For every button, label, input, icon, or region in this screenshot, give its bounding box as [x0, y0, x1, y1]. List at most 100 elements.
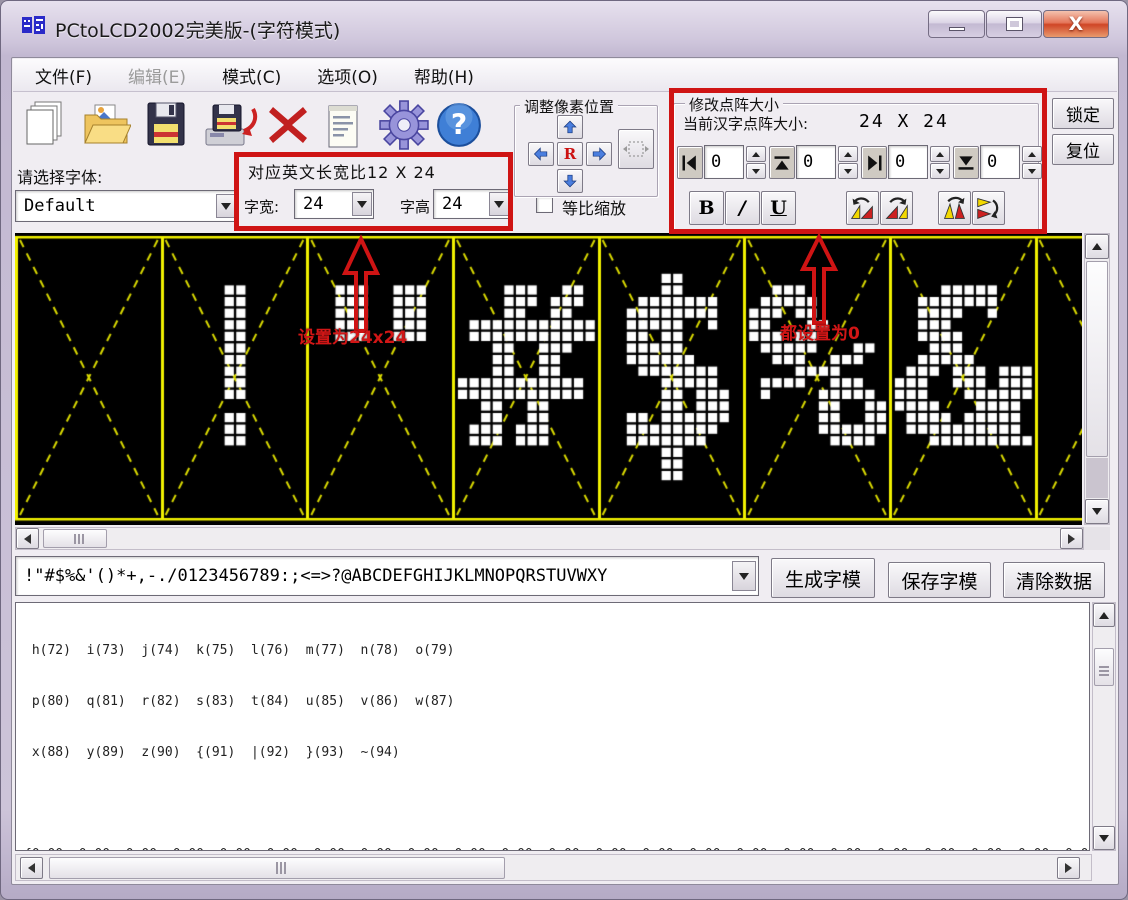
top-offset-spinner[interactable] — [838, 146, 858, 179]
output-textarea[interactable]: h(72) i(73) j(74) k(75) l(76) m(77) n(78… — [15, 602, 1090, 851]
font-select-combobox[interactable]: Default — [15, 190, 239, 222]
menu-mode[interactable]: 模式(C) — [208, 59, 295, 92]
spin-down-button[interactable] — [1022, 163, 1042, 179]
clear-data-button[interactable]: 清除数据 — [1003, 562, 1105, 598]
output-hex-line: {0x00, 0x00, 0x00, 0x00, 0x00, 0x00, 0x0… — [24, 846, 1089, 851]
save-font-button[interactable]: 保存字模 — [888, 562, 991, 598]
help-button[interactable]: ? — [435, 101, 483, 149]
scroll-right-button[interactable] — [1057, 857, 1080, 879]
underline-button[interactable]: U — [761, 191, 796, 225]
charmap-combobox[interactable]: !"#$%&'()*+,-./0123456789:;<=>?@ABCDEFGH… — [15, 556, 759, 596]
rotate-left-button[interactable] — [846, 191, 879, 225]
right-edge-button[interactable] — [861, 146, 887, 179]
char-width-dropdown-button[interactable] — [352, 192, 372, 216]
scrollbar-track-shade[interactable] — [1086, 458, 1108, 498]
move-down-button[interactable] — [557, 169, 583, 193]
spin-up-button[interactable] — [930, 146, 950, 162]
menu-edit[interactable]: 编辑(E) — [114, 59, 200, 92]
bottom-offset-field[interactable]: 0 — [980, 145, 1020, 179]
output-horizontal-scrollbar[interactable] — [15, 854, 1092, 881]
menu-options[interactable]: 选项(O) — [303, 59, 392, 92]
char-width-value: 24 — [303, 194, 352, 214]
chevron-down-icon — [357, 201, 367, 208]
flip-vertical-button[interactable] — [938, 191, 971, 225]
scrollbar-thumb[interactable] — [43, 529, 107, 548]
chevron-down-icon — [221, 203, 231, 210]
open-file-button[interactable] — [81, 99, 131, 151]
settings-button[interactable] — [379, 99, 429, 151]
open-file-icon — [81, 99, 131, 151]
top-offset-field[interactable]: 0 — [796, 145, 836, 179]
delete-button[interactable] — [267, 105, 309, 147]
center-glyph-button[interactable] — [618, 129, 654, 169]
bold-button[interactable]: B — [689, 191, 724, 225]
spin-up-button[interactable] — [1022, 146, 1042, 162]
bottom-edge-button[interactable] — [953, 146, 979, 179]
preview-horizontal-scrollbar[interactable] — [15, 527, 1084, 550]
italic-button[interactable]: / — [725, 191, 760, 225]
scroll-left-icon — [24, 534, 31, 544]
charmap-dropdown-button[interactable] — [732, 561, 756, 591]
char-width-combobox[interactable]: 24 — [294, 189, 374, 219]
output-vertical-scrollbar[interactable] — [1092, 602, 1116, 851]
pixel-reset-button[interactable]: R — [557, 142, 583, 166]
char-height-combobox[interactable]: 24 — [433, 189, 511, 219]
top-limit-icon — [772, 152, 792, 174]
close-button[interactable]: X — [1043, 10, 1109, 38]
minimize-button[interactable] — [928, 10, 985, 38]
spin-up-button[interactable] — [838, 146, 858, 162]
maximize-button[interactable] — [986, 10, 1042, 38]
right-offset-field[interactable]: 0 — [888, 145, 928, 179]
scroll-up-button[interactable] — [1085, 234, 1109, 259]
left-offset-spinner[interactable] — [746, 146, 766, 179]
window-title: PCtoLCD2002完美版-(字符模式) — [55, 16, 340, 43]
spin-down-button[interactable] — [746, 163, 766, 179]
scroll-left-button[interactable] — [20, 857, 43, 879]
spin-down-button[interactable] — [838, 163, 858, 179]
char-width-label: 字宽: — [244, 196, 279, 217]
output-header-line: h(72) i(73) j(74) k(75) l(76) m(77) n(78… — [24, 642, 1089, 659]
left-offset-field[interactable]: 0 — [704, 145, 744, 179]
rotate-right-button[interactable] — [880, 191, 913, 225]
move-right-button[interactable] — [586, 142, 612, 166]
spin-down-button[interactable] — [930, 163, 950, 179]
reset-button[interactable]: 复位 — [1052, 134, 1114, 165]
save-icon — [143, 99, 189, 151]
scroll-up-button[interactable] — [1093, 603, 1115, 627]
scroll-down-button[interactable] — [1085, 499, 1109, 524]
notes-button[interactable] — [323, 101, 363, 151]
spin-up-button[interactable] — [746, 146, 766, 162]
generate-font-button[interactable]: 生成字模 — [771, 558, 875, 598]
bottom-offset-spinner[interactable] — [1022, 146, 1042, 179]
save-button[interactable] — [143, 99, 189, 151]
spinner-down-icon — [844, 169, 852, 174]
scroll-down-button[interactable] — [1093, 826, 1115, 850]
right-offset-spinner[interactable] — [930, 146, 950, 179]
flip-horizontal-button[interactable] — [972, 191, 1005, 225]
left-edge-button[interactable] — [677, 146, 703, 179]
menu-help[interactable]: 帮助(H) — [400, 59, 488, 92]
spinner-up-icon — [752, 152, 760, 157]
save-as-button[interactable] — [203, 101, 259, 151]
arrow-left-icon — [533, 146, 549, 162]
top-edge-button[interactable] — [769, 146, 795, 179]
move-up-button[interactable] — [557, 115, 583, 139]
scroll-right-button[interactable] — [1060, 528, 1083, 549]
scrollbar-thumb[interactable] — [49, 857, 505, 879]
lcd-dot-matrix-preview[interactable] — [15, 233, 1082, 525]
settings-gear-icon — [379, 99, 429, 151]
menu-file[interactable]: 文件(F) — [21, 59, 106, 92]
preview-vertical-scrollbar[interactable] — [1084, 233, 1110, 525]
delete-icon — [267, 105, 309, 147]
char-height-dropdown-button[interactable] — [489, 192, 509, 216]
scrollbar-thumb[interactable] — [1086, 261, 1108, 457]
new-file-button[interactable] — [21, 99, 67, 151]
font-select-value: Default — [24, 196, 216, 216]
scroll-left-button[interactable] — [16, 528, 39, 549]
lock-button[interactable]: 锁定 — [1052, 98, 1114, 129]
font-select-dropdown-button[interactable] — [216, 194, 236, 218]
scrollbar-thumb[interactable] — [1094, 648, 1114, 686]
scale-checkbox[interactable] — [536, 196, 553, 213]
arrow-right-icon — [591, 146, 607, 162]
move-left-button[interactable] — [528, 142, 554, 166]
